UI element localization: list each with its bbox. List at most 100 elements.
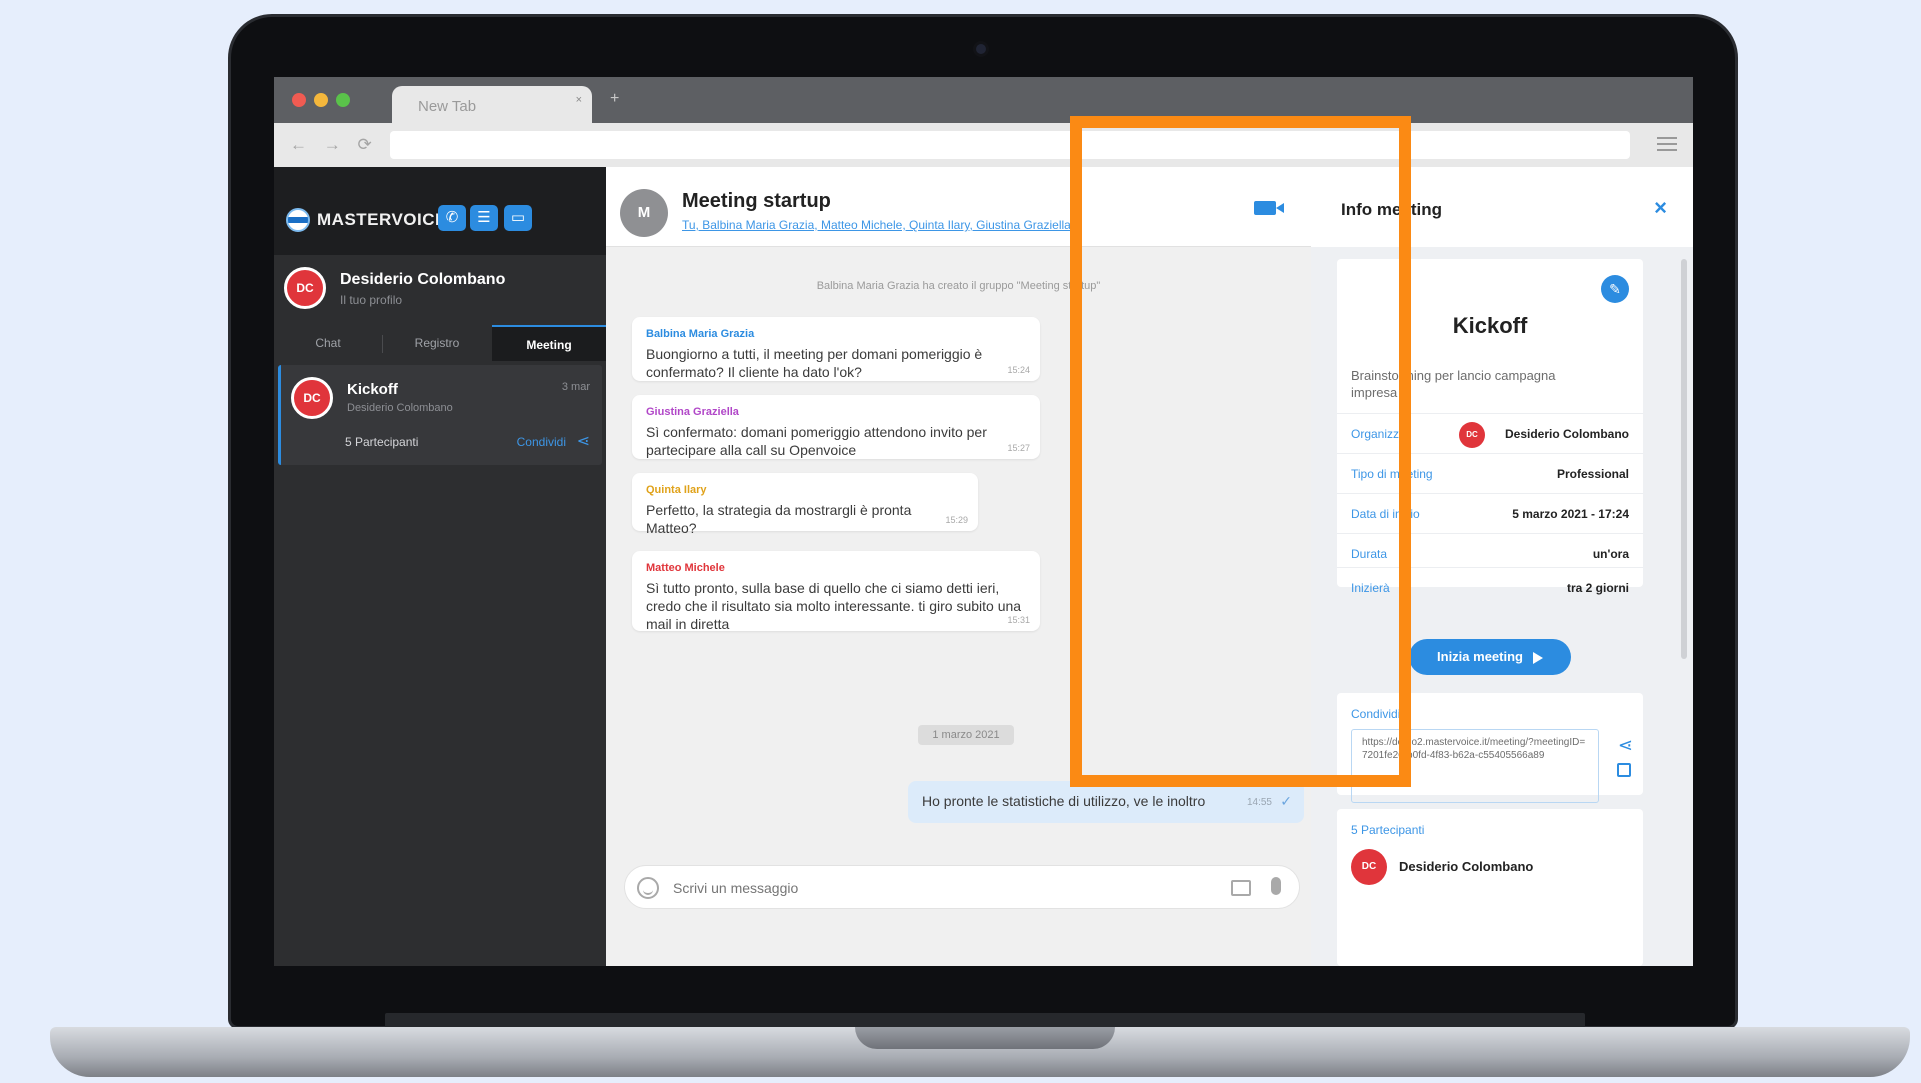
message-text: Buongiorno a tutti, il meeting per doman…: [646, 346, 983, 380]
info-header: Info meeting ×: [1311, 167, 1693, 247]
row-label: Inizierà: [1351, 581, 1390, 595]
share-label: Condividi: [1351, 707, 1401, 721]
tab-close-icon[interactable]: ×: [576, 94, 582, 106]
meeting-item-time: 3 mar: [561, 381, 590, 393]
chat-title: Meeting startup: [682, 190, 831, 212]
open-external-icon[interactable]: [1617, 763, 1631, 777]
message-text: Perfetto, la strategia da mostrargli è p…: [646, 502, 912, 536]
message-author: Giustina Graziella: [646, 406, 739, 418]
group-avatar: M: [620, 189, 668, 237]
new-tab-button[interactable]: +: [610, 90, 619, 108]
video-call-icon[interactable]: [1254, 201, 1284, 215]
system-message: Balbina Maria Grazia ha creato il gruppo…: [816, 280, 1101, 292]
organizer-row: Organizza DC Desiderio Colombano: [1337, 413, 1643, 453]
message-author: Quinta Ilary: [646, 484, 707, 496]
row-value: 5 marzo 2021 - 17:24: [1512, 507, 1629, 521]
microphone-icon[interactable]: [1271, 877, 1281, 895]
row-label: Tipo di meeting: [1351, 467, 1433, 481]
meeting-type-row: Tipo di meeting Professional: [1337, 453, 1643, 493]
profile[interactable]: DC Desiderio Colombano Il tuo profilo: [284, 267, 604, 319]
chat-members[interactable]: Tu, Balbina Maria Grazia, Matteo Michele…: [682, 218, 1071, 232]
message-composer: [624, 865, 1300, 909]
meeting-item-title: Kickoff: [347, 381, 398, 398]
close-icon[interactable]: ×: [1654, 195, 1667, 221]
logo: MASTERVOICE: [286, 208, 447, 232]
chat-icon[interactable]: ☰: [470, 205, 498, 231]
nav-buttons[interactable]: ← → ⟳: [290, 135, 378, 155]
profile-subtitle: Il tuo profilo: [340, 293, 403, 307]
tab-registro[interactable]: Registro: [382, 325, 492, 361]
phone-icon[interactable]: ✆: [438, 205, 466, 231]
outgoing-text: Ho pronte le statistiche di utilizzo, ve…: [922, 793, 1206, 809]
message-bubble: Balbina Maria Grazia Buongiorno a tutti,…: [632, 317, 1040, 381]
maximize-window-dot[interactable]: [336, 93, 350, 107]
tab-meeting[interactable]: Meeting: [492, 325, 606, 361]
row-value: un'ora: [1592, 547, 1629, 561]
browser-tab[interactable]: New Tab ×: [392, 86, 592, 123]
start-meeting-label: Inizia meeting: [1437, 649, 1523, 664]
logo-text: MASTERVOICE: [317, 210, 447, 229]
info-panel: Info meeting × ✎ Kickoff Brainstorming p…: [1311, 167, 1693, 966]
info-title: Info meeting: [1341, 200, 1443, 219]
outgoing-message: Ho pronte le statistiche di utilizzo, ve…: [908, 781, 1304, 823]
share-icon[interactable]: ⋖: [1618, 735, 1633, 756]
message-bubble: Quinta Ilary Perfetto, la strategia da m…: [632, 473, 978, 536]
chat-panel: M Meeting startup Tu, Balbina Maria Graz…: [606, 167, 1311, 966]
emoji-icon[interactable]: [637, 877, 659, 899]
scrollbar[interactable]: [1681, 259, 1687, 659]
participants-card: 5 Partecipanti DC Desiderio Colombano: [1337, 809, 1643, 966]
meeting-description: Brainstorming per lancio campagna impres…: [1351, 368, 1556, 400]
date-separator: 1 marzo 2021: [918, 725, 1014, 745]
read-check-icon: ✓: [1280, 793, 1292, 809]
row-value: Professional: [1556, 467, 1629, 481]
message-text: Sì tutto pronto, sulla base di quello ch…: [646, 580, 1022, 632]
chat-header: M Meeting startup Tu, Balbina Maria Graz…: [606, 167, 1311, 247]
url-input[interactable]: [390, 131, 1630, 159]
sidebar-header: MASTERVOICE ✆ ☰ ▭: [274, 167, 606, 255]
meeting-list-item[interactable]: DC Kickoff Desiderio Colombano 3 mar 5 P…: [278, 365, 602, 465]
edit-icon[interactable]: ✎: [1601, 275, 1629, 303]
row-label: Data di inizio: [1351, 507, 1420, 521]
message-time: 15:24: [1007, 365, 1030, 375]
row-value: Desiderio Colombano: [1504, 427, 1629, 441]
image-attach-icon[interactable]: [1231, 880, 1251, 896]
message-author: Matteo Michele: [646, 562, 725, 574]
minimize-window-dot[interactable]: [314, 93, 328, 107]
play-icon: [1532, 651, 1543, 664]
avatar: DC: [1459, 422, 1485, 448]
tab-chat[interactable]: Chat: [274, 325, 382, 361]
screen: New Tab × + ← → ⟳ MASTERVOICE ✆ ☰ ▭ DC D…: [274, 77, 1693, 966]
menu-icon[interactable]: [1657, 137, 1677, 151]
share-card: Condividi https://demo2.mastervoice.it/m…: [1337, 693, 1643, 803]
laptop-notch: [855, 1027, 1115, 1049]
share-icon[interactable]: ⋖: [577, 431, 590, 451]
close-window-dot[interactable]: [292, 93, 306, 107]
logo-icon: [286, 208, 310, 232]
message-author: Balbina Maria Grazia: [646, 328, 755, 340]
monitor-icon[interactable]: ▭: [504, 205, 532, 231]
start-date-row: Data di inizio 5 marzo 2021 - 17:24: [1337, 493, 1643, 533]
participants-label: 5 Partecipanti: [1351, 823, 1425, 837]
message-bubble: Matteo Michele Sì tutto pronto, sulla ba…: [632, 551, 1040, 632]
sidebar-tabs: Chat Registro Meeting: [274, 325, 606, 361]
message-text: Sì confermato: domani pomeriggio attendo…: [646, 424, 987, 458]
avatar: DC: [284, 267, 326, 309]
message-time: 15:27: [1007, 443, 1030, 453]
browser-tabbar: New Tab × +: [274, 77, 1693, 123]
tab-title: New Tab: [418, 98, 477, 115]
avatar: DC: [1351, 849, 1387, 885]
meeting-item-share-link[interactable]: Condividi: [517, 435, 566, 449]
message-time: 15:31: [1007, 615, 1030, 625]
message-time: 15:29: [945, 515, 968, 525]
row-value: tra 2 giorni: [1566, 581, 1629, 595]
start-meeting-button[interactable]: Inizia meeting: [1409, 639, 1571, 675]
message-input[interactable]: [673, 874, 1173, 902]
share-link-field[interactable]: https://demo2.mastervoice.it/meeting/?me…: [1351, 729, 1599, 803]
meeting-avatar: DC: [291, 377, 333, 419]
message-bubble: Giustina Graziella Sì confermato: domani…: [632, 395, 1040, 459]
row-label: Organizza: [1351, 427, 1406, 441]
meeting-title: Kickoff: [1452, 313, 1528, 338]
participant-name: Desiderio Colombano: [1399, 859, 1534, 874]
profile-name: Desiderio Colombano: [340, 271, 506, 288]
browser-urlbar: ← → ⟳: [274, 123, 1693, 167]
